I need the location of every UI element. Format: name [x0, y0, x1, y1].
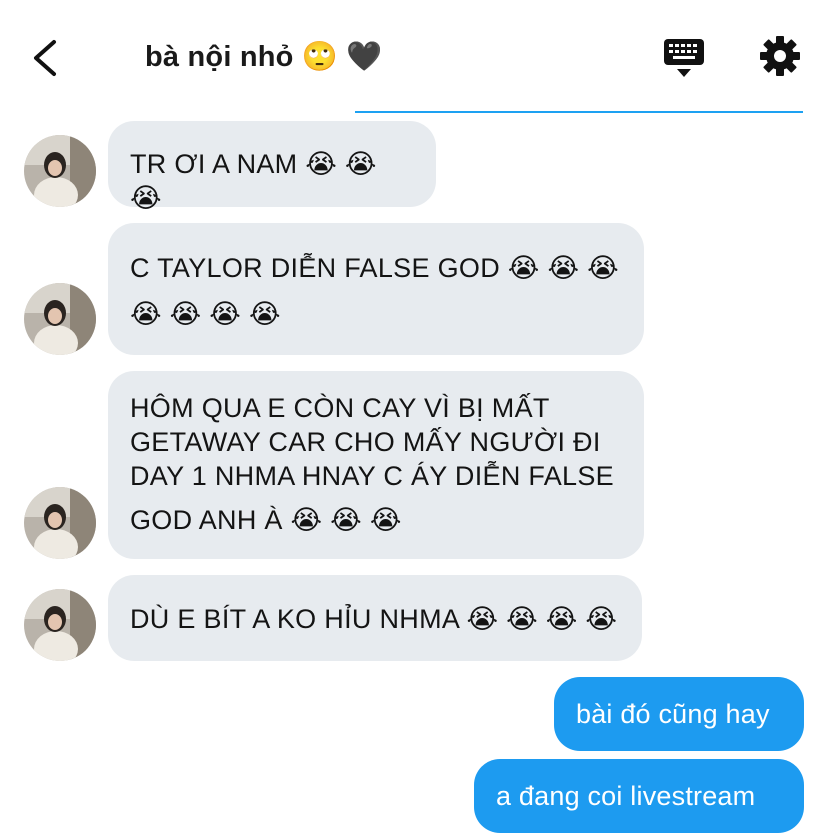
avatar[interactable] — [24, 135, 96, 207]
conversation-title[interactable]: bà nội nhỏ 🙄 🖤 — [145, 40, 383, 74]
message-text: a đang coi livestream — [496, 781, 756, 811]
header-divider — [355, 111, 803, 113]
message-line: DÙ E BÍT A KO HỈU NHMA 😭 😭 😭 😭 — [130, 604, 618, 634]
message-line: HÔM QUA E CÒN CAY VÌ BỊ MẤT — [130, 393, 550, 423]
message-bubble-incoming[interactable]: TR ƠI A NAM 😭 😭 😭 — [108, 121, 436, 213]
message-line: TR ƠI A NAM 😭 😭 😭 — [130, 149, 377, 213]
message-line: DAY 1 NHMA HNAY C ÁY DIỄN FALSE — [130, 461, 614, 491]
message-bubble-incoming[interactable]: DÙ E BÍT A KO HỈU NHMA 😭 😭 😭 😭 — [108, 575, 642, 661]
message-line: GOD ANH À 😭 😭 😭 — [130, 505, 402, 535]
avatar[interactable] — [24, 487, 96, 559]
avatar[interactable] — [24, 283, 96, 355]
avatar[interactable] — [24, 589, 96, 661]
chat-header: bà nội nhỏ 🙄 🖤 — [0, 0, 828, 113]
message-line: GETAWAY CAR CHO MẤY NGƯỜI ĐI — [130, 427, 601, 457]
message-bubble-incoming[interactable]: C TAYLOR DIỄN FALSE GOD 😭 😭 😭 😭 😭 😭 😭 — [108, 223, 644, 355]
message-bubble-incoming[interactable]: HÔM QUA E CÒN CAY VÌ BỊ MẤT GETAWAY CAR … — [108, 371, 644, 559]
message-bubble-outgoing[interactable]: a đang coi livestream — [474, 759, 804, 833]
message-line: 😭 😭 😭 😭 — [130, 299, 281, 329]
message-line: C TAYLOR DIỄN FALSE GOD 😭 😭 😭 — [130, 253, 619, 283]
keyboard-icon[interactable] — [662, 36, 706, 80]
message-text: bài đó cũng hay — [576, 699, 770, 729]
back-chevron-icon[interactable] — [28, 36, 68, 80]
gear-icon[interactable] — [758, 34, 802, 78]
message-bubble-outgoing[interactable]: bài đó cũng hay — [554, 677, 804, 751]
